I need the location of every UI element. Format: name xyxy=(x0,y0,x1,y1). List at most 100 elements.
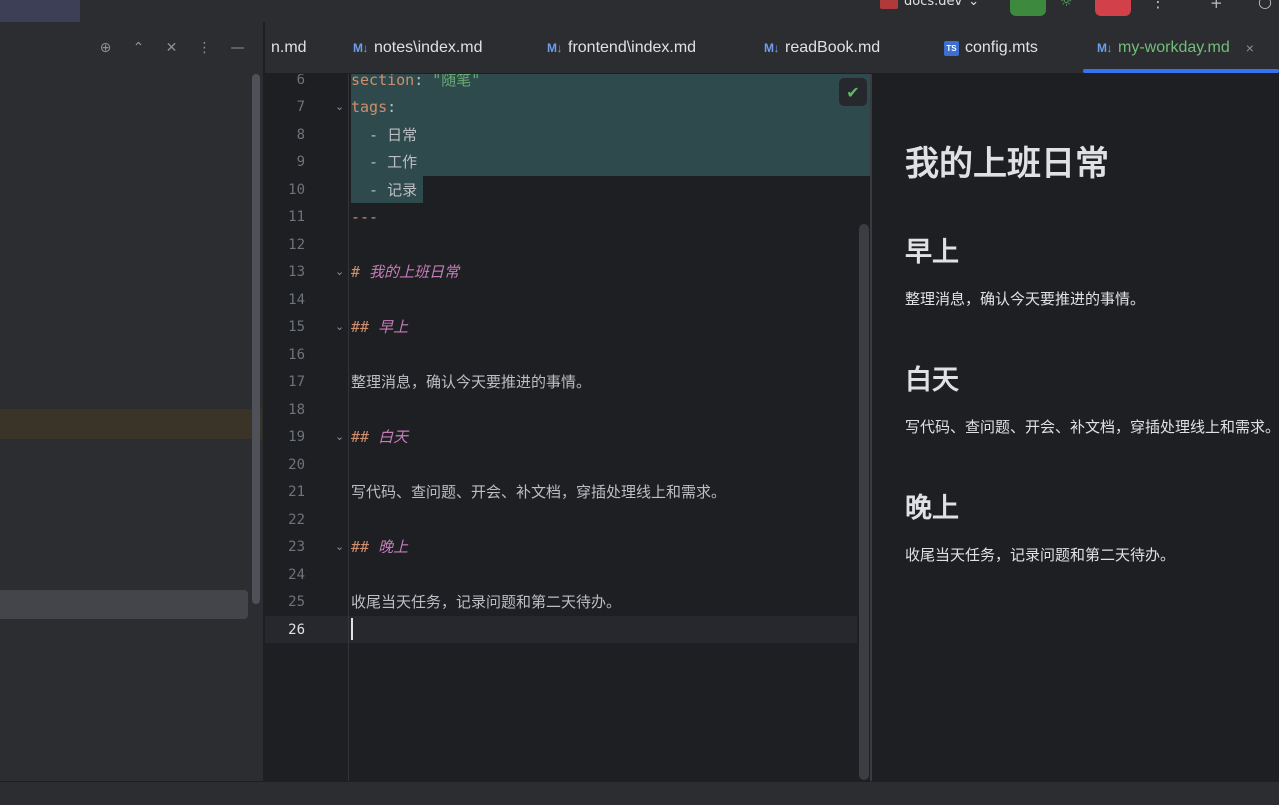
yaml-string: "随笔" xyxy=(432,74,481,89)
more-icon[interactable]: ⋮ xyxy=(1150,0,1166,11)
project-icon xyxy=(880,0,898,9)
fold-chevron-icon[interactable]: ⌄ xyxy=(335,262,347,282)
code-line: - 记录 xyxy=(351,181,418,199)
yaml-key: section xyxy=(351,74,415,89)
tab-label: notes\index.md xyxy=(374,39,483,56)
minimize-icon[interactable]: — xyxy=(228,38,247,58)
preview-paragraph: 整理消息，确认今天要推进的事情。 xyxy=(905,290,1146,308)
markdown-icon: M↓ xyxy=(547,41,563,55)
yaml-key: tags xyxy=(351,98,388,116)
heading-mark: ## xyxy=(351,538,370,556)
tab-label: n.md xyxy=(271,39,307,56)
line-number: 6 xyxy=(296,74,305,88)
yaml-colon: : xyxy=(387,98,397,116)
title-bar: docs.dev ⌄ ☼ ⋮ + ○ xyxy=(0,0,1279,22)
stop-button[interactable] xyxy=(1095,0,1131,16)
tab-label: readBook.md xyxy=(785,39,881,56)
search-icon[interactable]: ○ xyxy=(1258,0,1272,11)
line-number: 8 xyxy=(296,127,305,143)
more-icon[interactable]: ⋮ xyxy=(195,38,214,58)
fold-chevron-icon[interactable]: ⌄ xyxy=(335,317,347,337)
line-number: 24 xyxy=(288,567,305,583)
project-tool-window: ⊕ ⌃ ✕ ⋮ — xyxy=(0,22,264,781)
line-number: 17 xyxy=(288,374,305,390)
code-line: 收尾当天任务，记录问题和第二天待办。 xyxy=(351,593,622,611)
line-number: 19 xyxy=(288,429,305,445)
markdown-icon: M↓ xyxy=(764,41,780,55)
code-line: 整理消息，确认今天要推进的事情。 xyxy=(351,373,592,391)
collapse-icon[interactable]: ✕ xyxy=(162,38,181,58)
line-number: 18 xyxy=(288,402,305,418)
line-number: 9 xyxy=(296,154,305,170)
preview-title: 我的上班日常 xyxy=(905,144,1109,184)
fold-chevron-icon[interactable]: ⌄ xyxy=(335,427,347,447)
code-line: - 日常 xyxy=(351,126,418,144)
tab-notes-index[interactable]: M↓ notes\index.md xyxy=(353,22,483,74)
tool-window-actions: ⊕ ⌃ ✕ ⋮ — xyxy=(96,38,247,58)
line-gutter: 6 7 8 9 10 11 12 13 14 15 16 17 18 19 20… xyxy=(265,74,349,781)
heading-text: 早上 xyxy=(369,318,409,336)
frontmatter-end: --- xyxy=(351,208,379,226)
tab-label: my-workday.md xyxy=(1118,39,1230,56)
tab-my-workday[interactable]: M↓ my-workday.md × xyxy=(1097,22,1254,74)
selected-tree-row[interactable] xyxy=(0,590,248,619)
code-line: ## 白天 xyxy=(351,427,408,447)
project-name: docs.dev xyxy=(904,0,963,9)
markdown-icon: M↓ xyxy=(1097,41,1113,55)
editor-tab-bar: n.md M↓ notes\index.md M↓ frontend\index… xyxy=(265,22,1279,74)
line-number: 23 xyxy=(288,539,305,555)
status-bar xyxy=(0,781,1279,805)
highlighted-tree-row[interactable] xyxy=(0,409,262,439)
typescript-icon: TS xyxy=(944,40,959,56)
line-number-current: 26 xyxy=(288,622,305,638)
markdown-icon: M↓ xyxy=(353,41,369,55)
line-number: 16 xyxy=(288,347,305,363)
line-number: 10 xyxy=(288,182,305,198)
tab-config-mts[interactable]: TS config.mts xyxy=(944,22,1038,74)
tab-label: frontend\index.md xyxy=(568,39,697,56)
yaml-colon: : xyxy=(414,74,433,89)
crosshair-icon[interactable]: ⊕ xyxy=(96,38,115,58)
editor-scrollbar[interactable] xyxy=(859,224,869,780)
heading-text: 晚上 xyxy=(369,538,409,556)
line-number: 14 xyxy=(288,292,305,308)
preview-heading: 晚上 xyxy=(905,493,959,524)
tab-readbook[interactable]: M↓ readBook.md xyxy=(764,22,880,74)
preview-paragraph: 收尾当天任务，记录问题和第二天待办。 xyxy=(905,546,1176,564)
code-line: section: "随笔" xyxy=(351,74,480,90)
tab-frontend-index[interactable]: M↓ frontend\index.md xyxy=(547,22,696,74)
chevron-down-icon: ⌄ xyxy=(968,0,980,9)
code-line: ## 早上 xyxy=(351,317,408,337)
line-number: 13 xyxy=(288,264,305,280)
line-number: 21 xyxy=(288,484,305,500)
line-number: 11 xyxy=(288,209,305,225)
code-line: tags: xyxy=(351,97,396,117)
preview-paragraph: 写代码、查问题、开会、补文档，穿插处理线上和需求。 xyxy=(905,418,1279,436)
active-tab-indicator xyxy=(1083,69,1279,73)
preview-heading: 白天 xyxy=(905,365,959,396)
tab-index-md[interactable]: n.md xyxy=(271,22,307,74)
line-number: 12 xyxy=(288,237,305,253)
debug-icon[interactable]: ☼ xyxy=(1060,0,1080,12)
heading-text: 我的上班日常 xyxy=(360,263,460,281)
close-icon[interactable]: × xyxy=(1246,40,1254,56)
title-bar-highlight xyxy=(0,0,80,22)
run-button[interactable] xyxy=(1010,0,1046,16)
heading-mark: ## xyxy=(351,318,370,336)
expand-icon[interactable]: ⌃ xyxy=(129,38,148,58)
check-icon[interactable]: ✔ xyxy=(839,78,867,106)
code-line: - 工作 xyxy=(351,153,418,171)
line-number: 20 xyxy=(288,457,305,473)
tree-scrollbar[interactable] xyxy=(252,74,260,604)
markdown-editor[interactable]: 6 7 8 9 10 11 12 13 14 15 16 17 18 19 20… xyxy=(265,74,872,781)
code-line: # 我的上班日常 xyxy=(351,262,459,282)
markdown-preview: 我的上班日常 早上 整理消息，确认今天要推进的事情。 白天 写代码、查问题、开会… xyxy=(872,74,1279,781)
tab-label: config.mts xyxy=(965,39,1038,56)
fold-chevron-icon[interactable]: ⌄ xyxy=(335,537,347,557)
project-selector[interactable]: docs.dev ⌄ xyxy=(880,0,979,9)
fold-chevron-icon[interactable]: ⌄ xyxy=(335,97,347,117)
text-caret xyxy=(351,618,353,640)
code-line: 写代码、查问题、开会、补文档，穿插处理线上和需求。 xyxy=(351,483,727,501)
add-user-icon[interactable]: + xyxy=(1210,0,1223,12)
heading-text: 白天 xyxy=(369,428,409,446)
